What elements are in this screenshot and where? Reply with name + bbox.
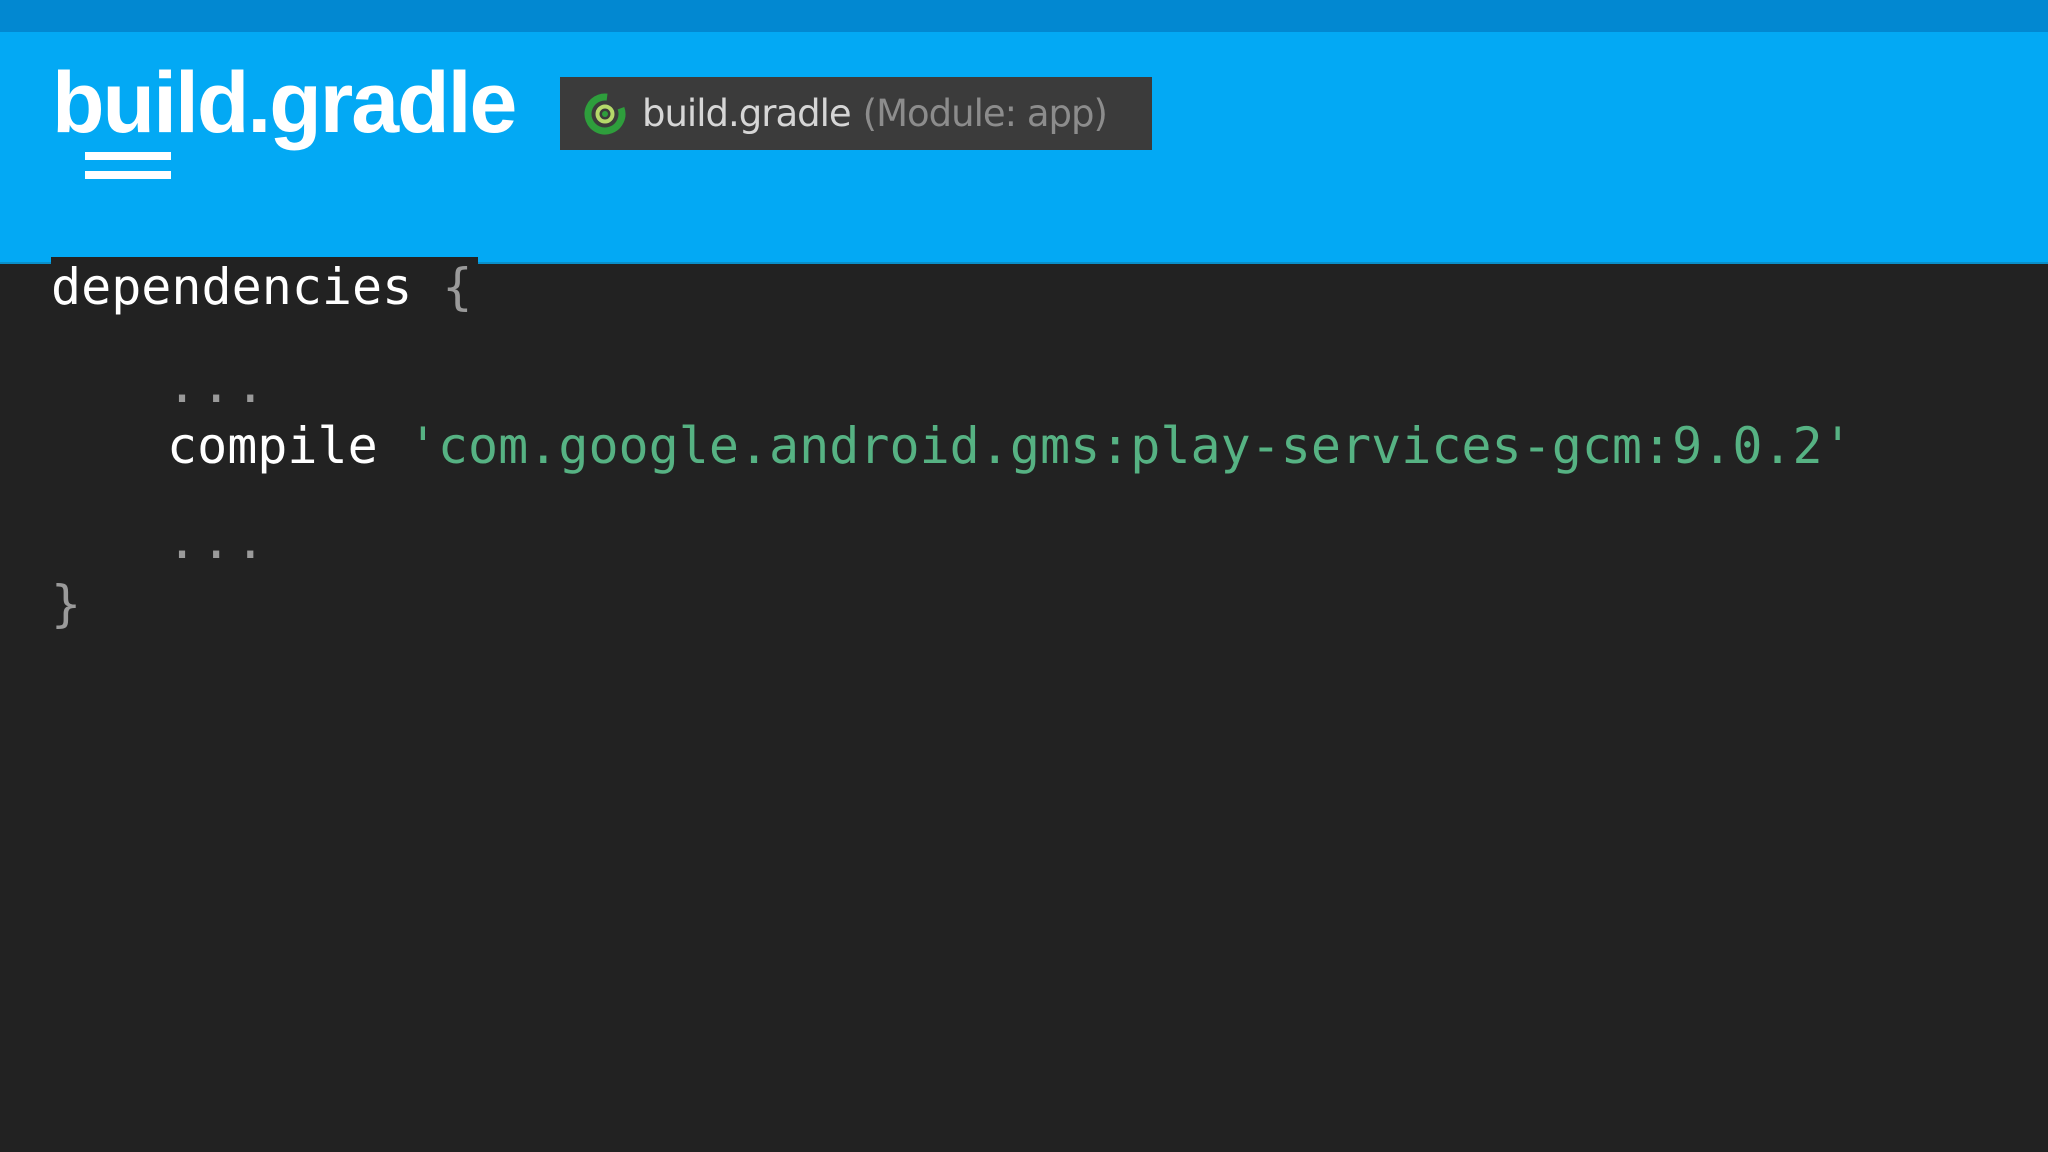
- slide-header: build.gradle build.gradle (Module: app): [0, 32, 2048, 264]
- close-brace: }: [51, 575, 82, 633]
- code-line: dependencies {: [51, 262, 472, 312]
- title-underline: [85, 152, 171, 160]
- keyword-compile: compile: [167, 417, 378, 475]
- gradle-icon: [584, 93, 626, 134]
- editor-tab-build-gradle[interactable]: build.gradle (Module: app): [560, 77, 1152, 150]
- code-line: compile 'com.google.android.gms:play-ser…: [167, 421, 1853, 471]
- code-ellipsis: ...: [167, 356, 270, 414]
- slide-title: build.gradle: [52, 55, 517, 151]
- title-underline: [85, 171, 171, 179]
- keyword-dependencies: dependencies: [51, 258, 413, 316]
- open-brace: {: [442, 258, 473, 316]
- code-ellipsis: ...: [167, 512, 270, 570]
- tab-file-name: build.gradle: [642, 92, 852, 135]
- tab-module-label: (Module: app): [862, 92, 1108, 135]
- top-accent-bar: [0, 0, 2048, 32]
- dependency-string: 'com.google.android.gms:play-services-gc…: [407, 417, 1853, 475]
